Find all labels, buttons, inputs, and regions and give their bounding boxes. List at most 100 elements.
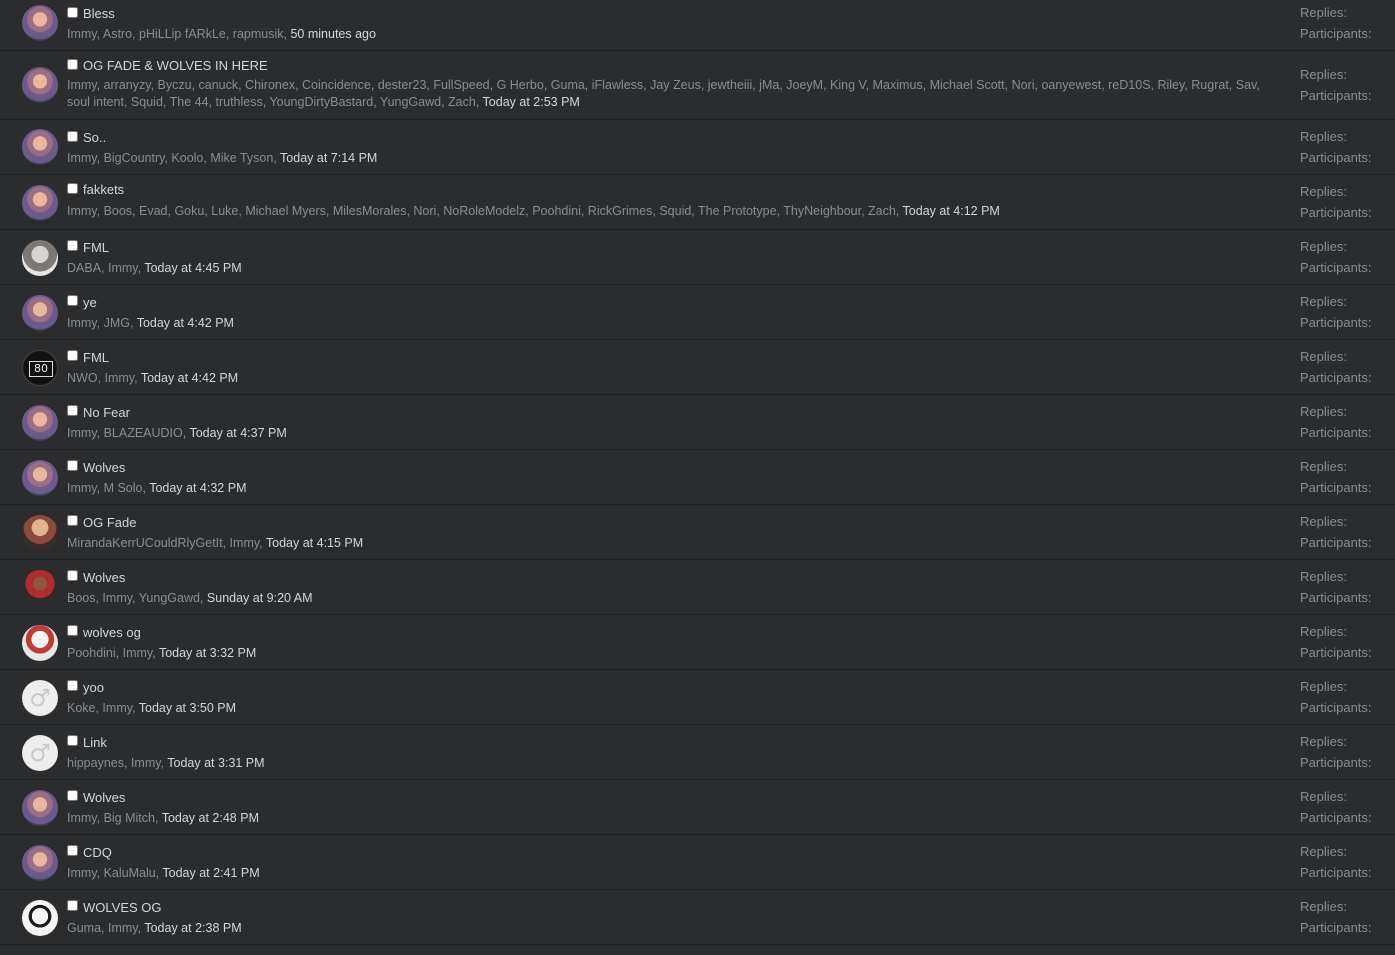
last-message-time[interactable]: Today at 3:32 PM [159,646,256,660]
select-checkbox[interactable] [67,405,78,416]
conversation-title[interactable]: WOLVES OG [83,900,162,915]
conversation-title[interactable]: Wolves [83,570,125,585]
conversation-row[interactable]: ye Immy, JMG, Today at 4:42 PM Replies: … [0,285,1395,340]
participant-names[interactable]: Immy, Big Mitch, [67,811,158,825]
select-checkbox[interactable] [67,183,78,194]
last-message-time[interactable]: Today at 4:15 PM [266,536,363,550]
participant-names[interactable]: hippaynes, Immy, [67,756,164,770]
last-message-time[interactable]: Today at 4:45 PM [144,261,241,275]
user-avatar[interactable] [22,405,58,441]
conversation-row[interactable]: OG FADE & WOLVES IN HERE Immy, arranyzy,… [0,51,1395,120]
participant-names[interactable]: Immy, JMG, [67,316,133,330]
user-avatar[interactable] [22,240,58,276]
conversation-title[interactable]: FML [83,240,109,255]
conversation-row[interactable]: FML DABA, Immy, Today at 4:45 PM Replies… [0,230,1395,285]
select-checkbox[interactable] [67,900,78,911]
conversation-row[interactable]: No Fear Immy, BLAZEAUDIO, Today at 4:37 … [0,395,1395,450]
select-checkbox[interactable] [67,7,78,18]
user-avatar[interactable]: 80 [22,350,58,386]
participant-names[interactable]: Immy, arranyzy, Byczu, canuck, Chironex,… [67,78,1260,109]
user-avatar[interactable] [22,900,58,936]
conversation-row[interactable]: Wolves Immy, Big Mitch, Today at 2:48 PM… [0,780,1395,835]
last-message-time[interactable]: Today at 4:42 PM [137,316,234,330]
last-message-time[interactable]: Today at 2:53 PM [483,95,580,109]
last-message-time[interactable]: Today at 4:37 PM [189,426,286,440]
select-checkbox[interactable] [67,735,78,746]
conversation-title[interactable]: OG FADE & WOLVES IN HERE [83,58,268,73]
user-avatar[interactable] [22,625,58,661]
conversation-title[interactable]: fakkets [83,182,124,197]
select-checkbox[interactable] [67,59,78,70]
conversation-title[interactable]: Link [83,735,107,750]
user-avatar[interactable] [22,185,58,221]
select-checkbox[interactable] [67,131,78,142]
conversation-title[interactable]: yoo [83,680,104,695]
participant-names[interactable]: DABA, Immy, [67,261,141,275]
conversation-title[interactable]: wolves og [83,625,141,640]
user-avatar[interactable]: ♂ [22,680,58,716]
user-avatar[interactable] [22,67,58,103]
conversation-row[interactable]: ♂ yoo Koke, Immy, Today at 3:50 PM Repli… [0,670,1395,725]
conversation-title[interactable]: Bless [83,6,115,21]
select-checkbox[interactable] [67,515,78,526]
conversation-row[interactable]: fakkets Immy, Boos, Evad, Goku, Luke, Mi… [0,175,1395,230]
participant-names[interactable]: Immy, Astro, pHiLLip fARkLe, rapmusik, [67,27,287,41]
select-checkbox[interactable] [67,625,78,636]
select-checkbox[interactable] [67,350,78,361]
participant-names[interactable]: Koke, Immy, [67,701,136,715]
participant-names[interactable]: Immy, Boos, Evad, Goku, Luke, Michael My… [67,204,899,218]
last-message-time[interactable]: Today at 2:41 PM [162,866,259,880]
conversation-row[interactable]: So.. Immy, BigCountry, Koolo, Mike Tyson… [0,120,1395,175]
conversation-title[interactable]: Wolves [83,460,125,475]
user-avatar[interactable] [22,460,58,496]
select-checkbox[interactable] [67,295,78,306]
last-message-time[interactable]: Today at 3:31 PM [167,756,264,770]
user-avatar[interactable] [22,570,58,606]
participant-names[interactable]: Guma, Immy, [67,921,141,935]
participant-names[interactable]: Poohdini, Immy, [67,646,156,660]
conversation-row[interactable]: Wolves Boos, Immy, YungGawd, Sunday at 9… [0,560,1395,615]
participant-names[interactable]: NWO, Immy, [67,371,138,385]
conversation-row[interactable]: ♂ Link hippaynes, Immy, Today at 3:31 PM… [0,725,1395,780]
conversation-row[interactable]: Bless Immy, Astro, pHiLLip fARkLe, rapmu… [0,0,1395,51]
last-message-time[interactable]: Today at 2:48 PM [162,811,259,825]
last-message-time[interactable]: Today at 4:42 PM [141,371,238,385]
select-checkbox[interactable] [67,845,78,856]
participant-names[interactable]: Immy, BLAZEAUDIO, [67,426,186,440]
conversation-title[interactable]: So.. [83,130,106,145]
select-checkbox[interactable] [67,240,78,251]
last-message-time[interactable]: Today at 2:38 PM [144,921,241,935]
select-checkbox[interactable] [67,460,78,471]
user-avatar[interactable] [22,5,58,41]
last-message-time[interactable]: Today at 4:12 PM [903,204,1000,218]
conversation-row[interactable]: wolves og Poohdini, Immy, Today at 3:32 … [0,615,1395,670]
select-checkbox[interactable] [67,680,78,691]
last-message-time[interactable]: Today at 7:14 PM [280,151,377,165]
user-avatar[interactable] [22,790,58,826]
conversation-row[interactable]: Wolves Immy, M Solo, Today at 4:32 PM Re… [0,450,1395,505]
conversation-row[interactable]: CDQ Immy, KaluMalu, Today at 2:41 PM Rep… [0,835,1395,890]
select-checkbox[interactable] [67,790,78,801]
participant-names[interactable]: Immy, KaluMalu, [67,866,159,880]
last-message-time[interactable]: Today at 3:50 PM [139,701,236,715]
user-avatar[interactable] [22,515,58,551]
last-message-time[interactable]: Today at 4:32 PM [149,481,246,495]
participant-names[interactable]: MirandaKerrUCouldRlyGetIt, Immy, [67,536,263,550]
conversation-title[interactable]: CDQ [83,845,112,860]
conversation-row[interactable]: 80 FML NWO, Immy, Today at 4:42 PM Repli… [0,340,1395,395]
conversation-title[interactable]: ye [83,295,97,310]
last-message-time[interactable]: Sunday at 9:20 AM [207,591,313,605]
participant-names[interactable]: Immy, M Solo, [67,481,146,495]
user-avatar[interactable] [22,295,58,331]
user-avatar[interactable]: ♂ [22,735,58,771]
conversation-title[interactable]: Wolves [83,790,125,805]
conversation-title[interactable]: No Fear [83,405,130,420]
conversation-row[interactable]: OG Fade MirandaKerrUCouldRlyGetIt, Immy,… [0,505,1395,560]
conversation-title[interactable]: OG Fade [83,515,136,530]
last-message-time[interactable]: 50 minutes ago [290,27,375,41]
conversation-title[interactable]: FML [83,350,109,365]
select-checkbox[interactable] [67,570,78,581]
conversation-row[interactable]: WOLVES OG Guma, Immy, Today at 2:38 PM R… [0,890,1395,945]
user-avatar[interactable] [22,129,58,165]
user-avatar[interactable] [22,845,58,881]
